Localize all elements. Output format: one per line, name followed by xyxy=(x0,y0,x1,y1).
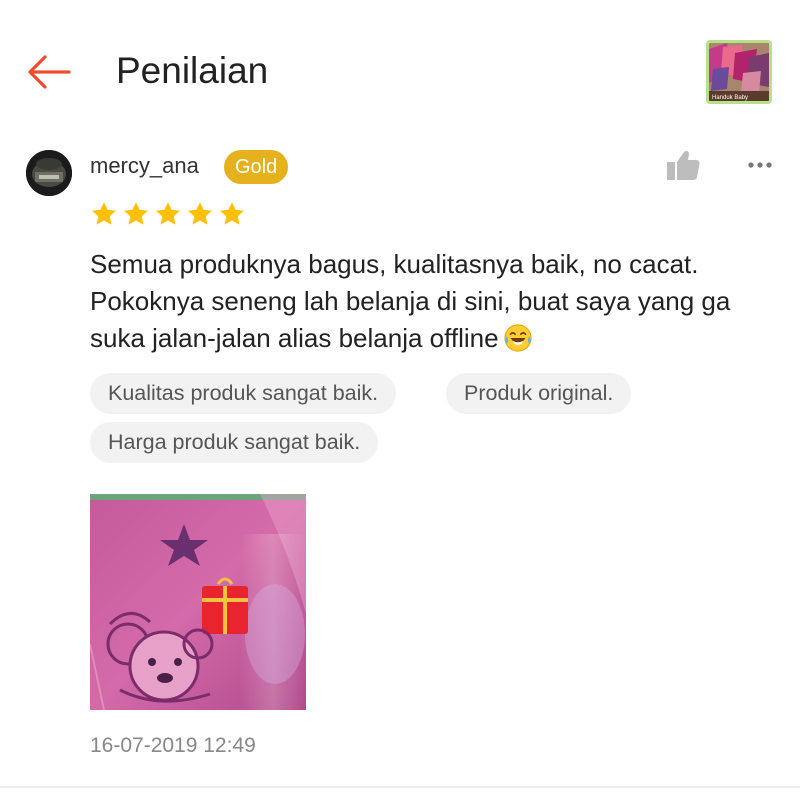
top-bar: Penilaian Handuk Baby xyxy=(0,0,800,140)
back-button[interactable] xyxy=(22,48,76,96)
status-badge: Gold xyxy=(224,150,289,184)
star-icon xyxy=(124,202,148,225)
tag-chip[interactable]: Produk original. xyxy=(446,373,632,414)
product-thumbnail[interactable]: Handuk Baby xyxy=(706,40,772,104)
thumbnail-caption: Handuk Baby xyxy=(712,95,748,101)
more-button[interactable] xyxy=(744,150,776,180)
star-icon xyxy=(92,202,116,225)
tag-chip[interactable]: Kualitas produk sangat baik. xyxy=(90,373,397,414)
star-rating xyxy=(90,200,246,228)
review-photo[interactable] xyxy=(90,494,306,710)
star-icon xyxy=(156,202,180,225)
reviewer-username[interactable]: mercy_ana xyxy=(90,152,199,180)
review-body: Semua produknya bagus, kualitasnya baik,… xyxy=(90,249,731,353)
avatar[interactable] xyxy=(26,150,72,196)
like-button[interactable] xyxy=(664,148,702,184)
laughing-tears-emoji-icon xyxy=(503,324,532,352)
review-text: Semua produknya bagus, kualitasnya baik,… xyxy=(90,246,780,357)
page-title: Penilaian xyxy=(116,50,269,91)
divider xyxy=(0,786,800,788)
tag-chip[interactable]: Harga produk sangat baik. xyxy=(90,422,379,463)
arrow-left-icon xyxy=(28,55,71,89)
review-timestamp: 16-07-2019 12:49 xyxy=(90,734,256,757)
star-icon xyxy=(220,202,244,225)
star-icon xyxy=(188,202,212,225)
thumbs-up-icon xyxy=(667,150,700,180)
more-dots-icon xyxy=(748,162,772,168)
